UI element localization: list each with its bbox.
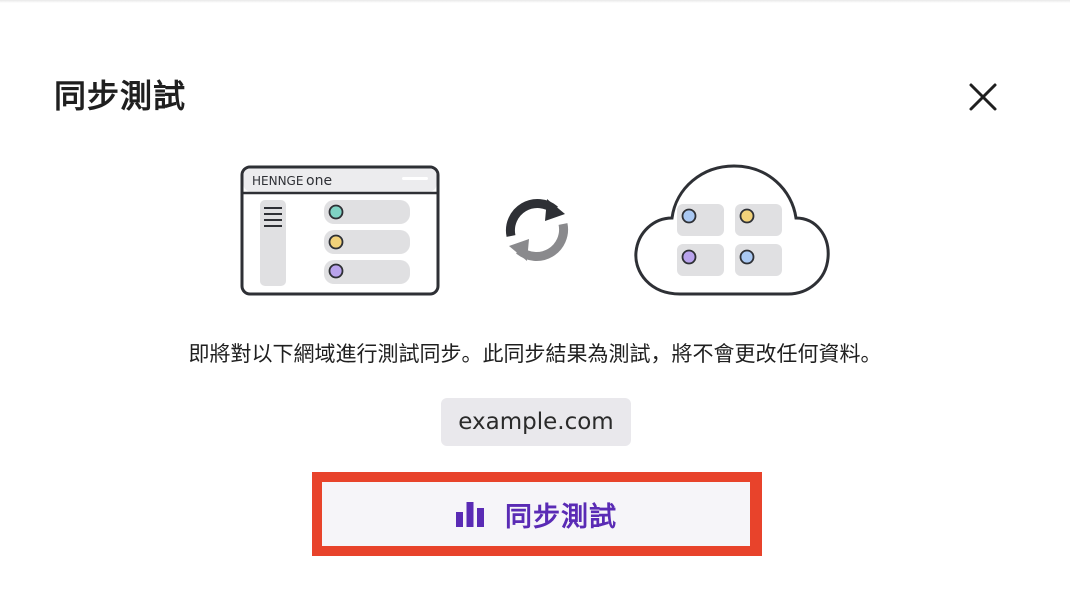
dialog-description: 即將對以下網域進行測試同步。此同步結果為測試，將不會更改任何資料。: [188, 342, 882, 366]
app-window-illustration: HENNGE one: [240, 165, 440, 296]
cloud-icon: [634, 164, 830, 296]
close-icon: [969, 83, 997, 111]
sync-icon: [505, 199, 569, 261]
close-button[interactable]: [962, 76, 1004, 118]
sync-test-dialog: 同步測試 HENNGE one 即將對以下網域進行測試同步。此同步結果為測試，將…: [0, 0, 1070, 598]
app-logo-henngetext: HENNGE: [252, 174, 303, 188]
dialog-title: 同步測試: [54, 77, 187, 115]
run-sync-test-label: 同步測試: [505, 501, 617, 533]
dialog-top-edge: [0, 0, 1070, 3]
app-logo-onetext: one: [306, 173, 332, 189]
sync-illustration: HENNGE one: [240, 164, 830, 296]
bar-chart-icon: [456, 502, 484, 527]
run-sync-test-button[interactable]: 同步測試: [322, 482, 750, 546]
domain-chip: example.com: [441, 398, 631, 446]
